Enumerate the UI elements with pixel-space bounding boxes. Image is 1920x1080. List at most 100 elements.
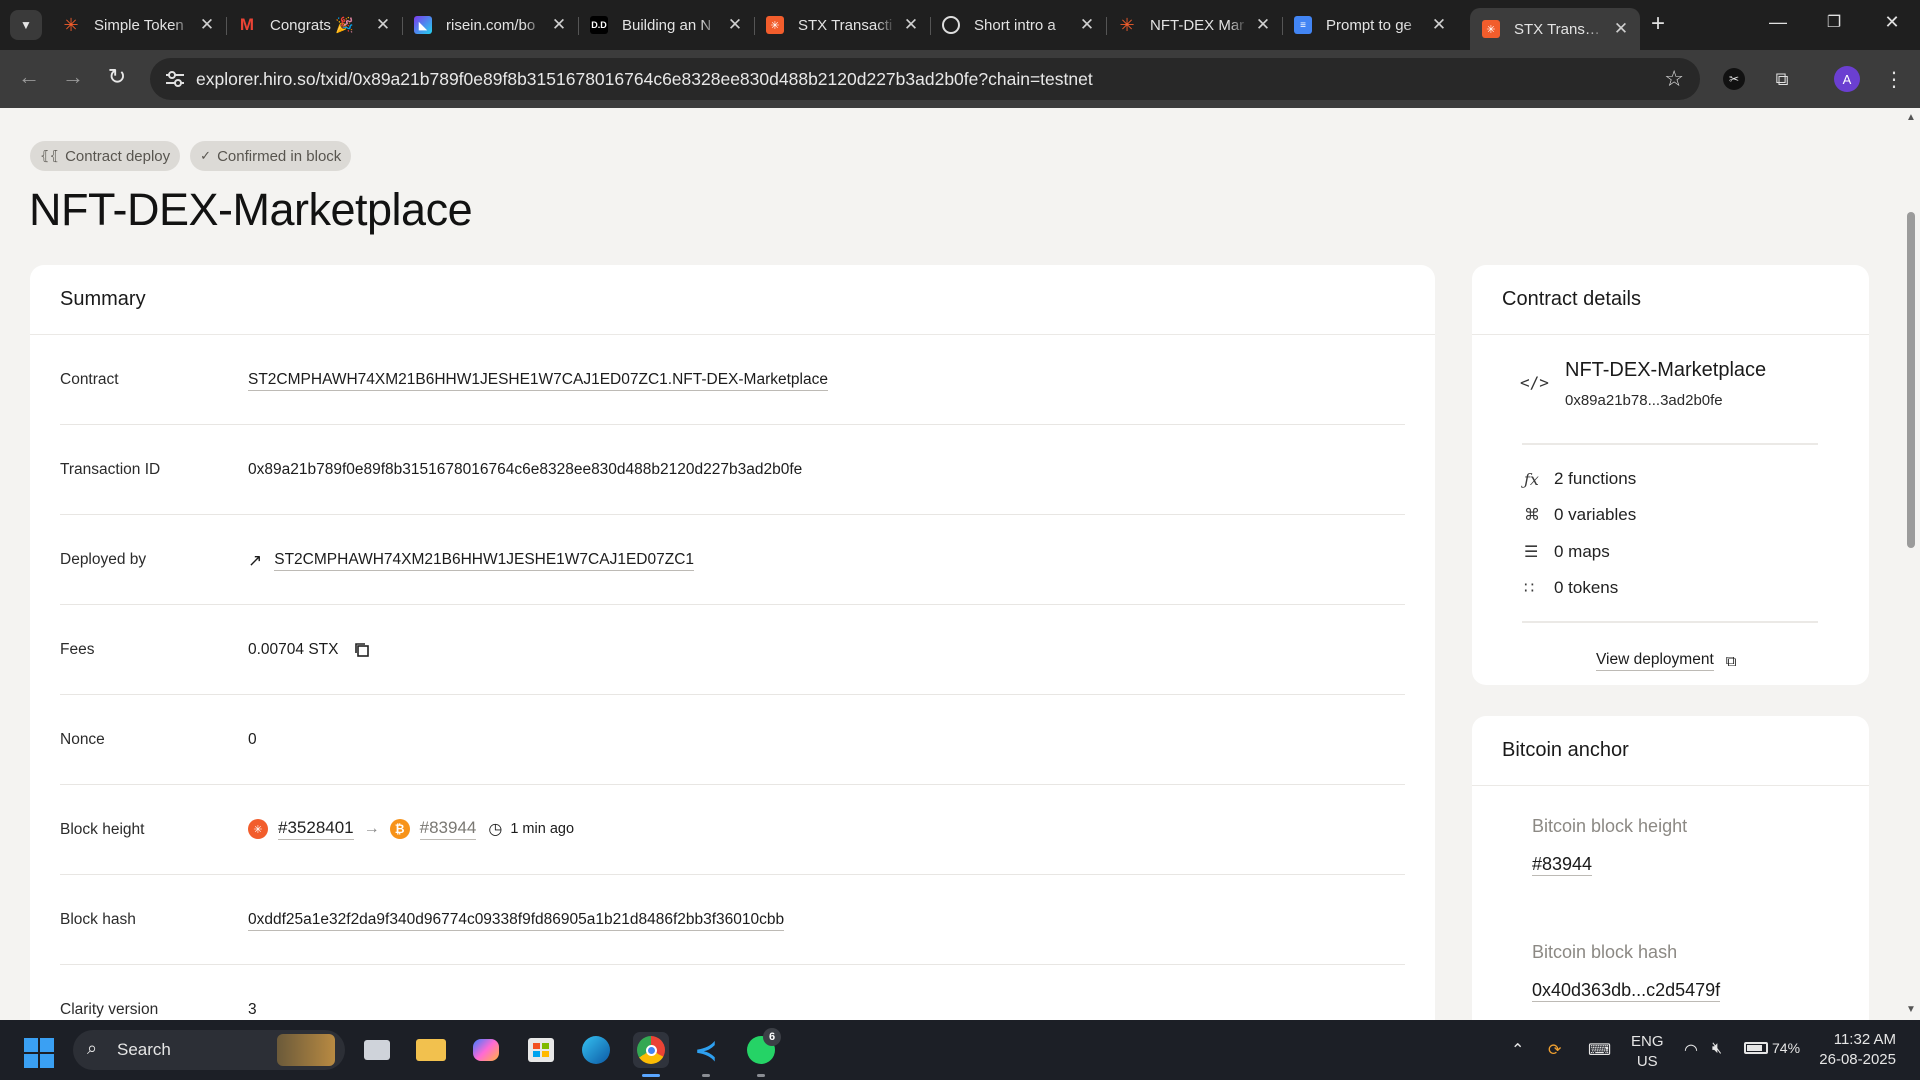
- tab-2[interactable]: M Congrats 🎉 ✕: [226, 8, 402, 42]
- fees-row: Fees 0.00704 STX: [60, 605, 1405, 695]
- address-bar[interactable]: explorer.hiro.so/txid/0x89a21b789f0e89f8…: [150, 58, 1700, 100]
- clarity-value: 3: [248, 1001, 257, 1018]
- profile-avatar[interactable]: A: [1833, 65, 1861, 93]
- arrow-right-icon: →: [363, 820, 380, 837]
- txid-row: Transaction ID 0x89a21b789f0e89f8b315167…: [60, 425, 1405, 515]
- back-button[interactable]: ←: [14, 64, 44, 90]
- scroll-up-icon[interactable]: ▲: [1906, 112, 1916, 123]
- bookmark-star-icon[interactable]: ☆: [1664, 66, 1684, 92]
- docs-icon: ≡: [1294, 16, 1312, 34]
- tab-7[interactable]: ✳ NFT-DEX Mar ✕: [1106, 8, 1282, 42]
- functions-stat: ƒx 2 functions: [1524, 469, 1636, 489]
- reload-button[interactable]: ↻: [102, 64, 132, 90]
- asterisk-icon: ✳: [1119, 14, 1135, 35]
- row-value: ✳ #3528401 → ₿ #83944 ◷ 1 min ago: [248, 818, 574, 840]
- block-hash-link[interactable]: 0xddf25a1e32f2da9f340d96774c09338f9fd869…: [248, 911, 785, 931]
- tx-badges: ⦃⦃ Contract deploy ✓ Confirmed in block: [30, 141, 352, 171]
- clock-date: 26-08-2025: [1819, 1051, 1896, 1068]
- battery-indicator[interactable]: 74%: [1744, 1040, 1800, 1056]
- page-scrollbar[interactable]: ▲ ▼: [1902, 108, 1920, 1020]
- keyboard-icon[interactable]: ⌨: [1588, 1040, 1611, 1060]
- scroll-down-icon[interactable]: ▼: [1906, 1004, 1916, 1015]
- chrome-icon[interactable]: [633, 1032, 669, 1068]
- tab-8[interactable]: ≡ Prompt to ge ✕: [1282, 8, 1458, 42]
- contract-link[interactable]: ST2CMPHAWH74XM21B6HHW1JESHE1W7CAJ1ED07ZC…: [248, 371, 828, 391]
- scrollbar-thumb[interactable]: [1907, 212, 1915, 548]
- tab-6[interactable]: Short intro a ✕: [930, 8, 1106, 42]
- row-label: Block height: [60, 821, 145, 838]
- external-link-icon: ⧉: [1725, 652, 1737, 670]
- gmail-icon: M: [239, 15, 255, 34]
- stacks-block-link[interactable]: #3528401: [278, 818, 354, 840]
- language-indicator[interactable]: ENG US: [1631, 1032, 1664, 1072]
- volume-muted-icon[interactable]: 🔇︎: [1712, 1040, 1722, 1058]
- btc-height-label: Bitcoin block height: [1532, 816, 1688, 836]
- contract-name: NFT-DEX-Marketplace: [1565, 359, 1767, 381]
- windows-taskbar: ⌕ Search ≺ 6 ⌃ ⟳ ⌨ ENG US ◠ 🔇︎ 74% 11:32…: [0, 1020, 1920, 1080]
- kebab-menu-icon[interactable]: ⋮: [1880, 65, 1908, 93]
- contract-details-card: Contract details </> NFT-DEX-Marketplace…: [1472, 265, 1869, 685]
- close-icon[interactable]: ✕: [1078, 15, 1096, 35]
- vscode-icon[interactable]: ≺: [688, 1032, 724, 1068]
- lang-bottom: US: [1636, 1053, 1658, 1070]
- close-icon[interactable]: ✕: [1430, 15, 1448, 35]
- contract-icon: ⦃⦃: [40, 148, 60, 163]
- deployer-link[interactable]: ST2CMPHAWH74XM21B6HHW1JESHE1W7CAJ1ED07ZC…: [274, 551, 695, 571]
- stacks-icon: ✳: [248, 819, 268, 839]
- windows-start-icon[interactable]: [24, 1038, 54, 1068]
- tab-title: Congrats 🎉: [270, 17, 354, 34]
- notification-badge: 6: [763, 1028, 781, 1046]
- forward-button[interactable]: →: [58, 64, 88, 90]
- btc-hash-link[interactable]: 0x40d363db...c2d5479f: [1532, 980, 1721, 1002]
- copy-icon[interactable]: [354, 642, 370, 658]
- tab-1[interactable]: ✳ Simple Token ✕: [50, 8, 226, 42]
- view-deployment-link[interactable]: View deployment ⧉: [1596, 651, 1736, 671]
- tab-4[interactable]: D.D Building an N ✕: [578, 8, 754, 42]
- task-view-icon[interactable]: [359, 1032, 395, 1068]
- tab-5[interactable]: ✳ STX Transacti ✕: [754, 8, 930, 42]
- copilot-icon[interactable]: [468, 1032, 504, 1068]
- deployed-by-row: Deployed by ↗ ST2CMPHAWH74XM21B6HHW1JESH…: [60, 515, 1405, 605]
- extension-icon[interactable]: ✂: [1720, 65, 1748, 93]
- close-icon[interactable]: ✕: [198, 15, 216, 35]
- edge-icon[interactable]: [578, 1032, 614, 1068]
- close-window-button[interactable]: ✕: [1872, 12, 1912, 33]
- row-label: Clarity version: [60, 1001, 159, 1018]
- running-indicator: [757, 1074, 765, 1077]
- new-tab-button[interactable]: +: [1651, 12, 1665, 36]
- site-info-icon[interactable]: [164, 69, 186, 89]
- txid-value: 0x89a21b789f0e89f8b3151678016764c6e8328e…: [248, 461, 803, 478]
- close-icon[interactable]: ✕: [550, 15, 568, 35]
- microsoft-store-icon[interactable]: [523, 1032, 559, 1068]
- close-icon[interactable]: ✕: [1612, 19, 1630, 39]
- system-clock[interactable]: 11:32 AM 26-08-2025: [1812, 1030, 1896, 1070]
- tab-search-button[interactable]: ▼: [10, 10, 42, 40]
- close-icon[interactable]: ✕: [374, 15, 392, 35]
- tab-9-active[interactable]: ✳ STX Transacti ✕: [1470, 8, 1640, 50]
- tab-title: Building an N: [622, 16, 712, 34]
- url-text[interactable]: explorer.hiro.so/txid/0x89a21b789f0e89f8…: [196, 69, 1093, 90]
- dd-icon: D.D: [590, 16, 608, 34]
- minimize-button[interactable]: —: [1758, 12, 1798, 33]
- contract-deploy-badge: ⦃⦃ Contract deploy: [30, 141, 181, 171]
- btc-height-link[interactable]: #83944: [1532, 854, 1593, 876]
- restore-button[interactable]: ❐: [1814, 12, 1854, 32]
- tab-3[interactable]: ◣ risein.com/bo ✕: [402, 8, 578, 42]
- close-icon[interactable]: ✕: [902, 15, 920, 35]
- browser-toolbar: ← → ↻ explorer.hiro.so/txid/0x89a21b789f…: [0, 50, 1920, 108]
- arrow-up-right-icon: ↗: [248, 551, 263, 570]
- close-icon[interactable]: ✕: [726, 15, 744, 35]
- asterisk-icon: ✳: [63, 14, 79, 35]
- whatsapp-icon[interactable]: 6: [743, 1028, 781, 1068]
- sync-icon[interactable]: ⟳: [1548, 1040, 1561, 1060]
- file-explorer-icon[interactable]: [413, 1032, 449, 1068]
- close-icon[interactable]: ✕: [1254, 15, 1272, 35]
- battery-icon: [1744, 1042, 1768, 1054]
- wifi-icon[interactable]: ◠: [1684, 1040, 1698, 1060]
- puzzle-extensions-icon[interactable]: ⧉: [1768, 65, 1796, 93]
- chevron-up-icon[interactable]: ⌃: [1511, 1040, 1524, 1060]
- nonce-row: Nonce 0: [60, 695, 1405, 785]
- bitcoin-block-link[interactable]: #83944: [419, 818, 477, 840]
- badge-label: Contract deploy: [65, 147, 171, 165]
- taskbar-search[interactable]: ⌕ Search: [73, 1030, 345, 1070]
